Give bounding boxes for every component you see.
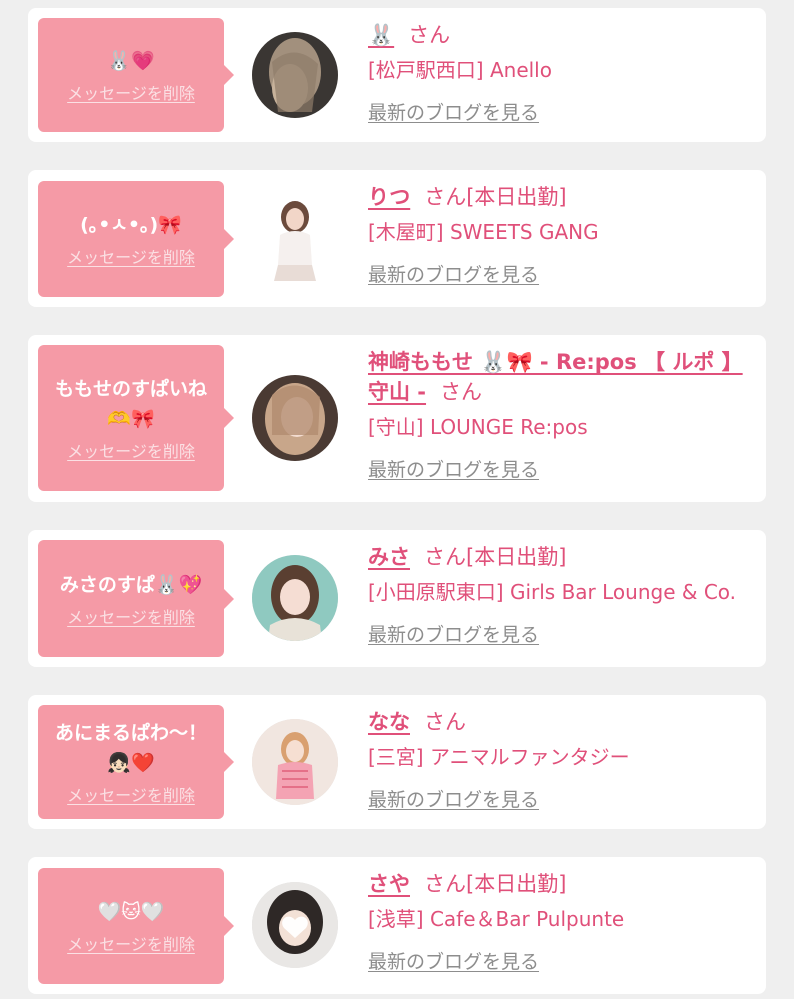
honorific: さん [424,185,467,209]
latest-blog-link[interactable]: 最新のブログを見る [368,620,539,647]
honorific: さん [424,872,466,896]
avatar[interactable] [252,719,338,805]
latest-blog-link[interactable]: 最新のブログを見る [368,785,539,812]
on-duty-badge: [本日出勤] [466,545,567,569]
avatar-photo [252,375,338,461]
latest-blog-link[interactable]: 最新のブログを見る [368,455,539,482]
message-bubble: 🤍🐱🤍 メッセージを削除 [38,868,234,984]
shop-name: [小田原駅東口] Girls Bar Lounge & Co. [368,580,737,604]
shop-name: [三宮] アニマルファンタジー [368,745,630,769]
message-card: あにまるぱわ〜！ 👧🏻❤️ メッセージを削除 なな さん [三宮] アニマルファン… [28,695,766,829]
shop-name: [浅草] Cafe＆Bar Pulpunte [368,907,625,931]
delete-message-link[interactable]: メッセージを削除 [67,244,195,268]
message-card: みさのすぱ🐰💖 メッセージを削除 みさ さん[本日出勤] [小田原駅東口] Gir… [28,530,766,667]
cast-info: 🐰 さん [松戸駅西口] Anello 最新のブログを見る [368,20,756,125]
message-bubble: みさのすぱ🐰💖 メッセージを削除 [38,540,234,657]
message-bubble: あにまるぱわ〜！ 👧🏻❤️ メッセージを削除 [38,705,234,819]
name-line: 🐰 さん [368,20,756,50]
avatar-photo [252,555,338,641]
cast-name-link[interactable]: さや [368,872,410,896]
message-text: (｡•ㅅ•｡)🎀 [80,214,182,236]
avatar[interactable] [252,32,338,118]
avatar[interactable] [252,882,338,968]
cast-info: なな さん [三宮] アニマルファンタジー 最新のブログを見る [368,707,756,812]
honorific: さん [440,380,483,404]
message-card: (｡•ㅅ•｡)🎀 メッセージを削除 りつ さん[本日出勤] [木屋町] SWEET… [28,170,766,307]
message-text: ももせのすぱいね 🫶🎀 [54,378,207,430]
message-card: 🤍🐱🤍 メッセージを削除 さや さん[本日出勤] [浅草] Cafe＆Bar Pu… [28,857,766,994]
message-bubble: ももせのすぱいね 🫶🎀 メッセージを削除 [38,345,234,491]
message-bubble: (｡•ㅅ•｡)🎀 メッセージを削除 [38,181,234,297]
delete-message-link[interactable]: メッセージを削除 [67,438,195,462]
avatar[interactable] [252,555,338,641]
cast-info: りつ さん[本日出勤] [木屋町] SWEETS GANG 最新のブログを見る [368,182,756,287]
shop-name: [木屋町] SWEETS GANG [368,220,599,244]
shop-name: [松戸駅西口] Anello [368,58,552,82]
name-line: 神崎ももせ 🐰🎀 - Re:pos 【 ルポ 】 守山 - さん [368,347,756,407]
cast-name-link[interactable]: なな [368,710,410,734]
name-line: りつ さん[本日出勤] [368,182,756,212]
message-text: 🐰💗 [107,50,155,72]
message-card: ももせのすぱいね 🫶🎀 メッセージを削除 神崎ももせ 🐰🎀 - Re:pos 【… [28,335,766,502]
cast-info: みさ さん[本日出勤] [小田原駅東口] Girls Bar Lounge & C… [368,542,756,647]
delete-message-link[interactable]: メッセージを削除 [67,931,195,955]
cast-name-link[interactable]: 🐰 [368,23,394,47]
cast-info: 神崎ももせ 🐰🎀 - Re:pos 【 ルポ 】 守山 - さん [守山] LOU… [368,347,756,482]
name-line: なな さん [368,707,756,737]
message-card: 🐰💗 メッセージを削除 🐰 さん [松戸駅西口] Anello 最新のブログを見る [28,8,766,142]
cast-name-link[interactable]: みさ [368,545,410,569]
message-bubble: 🐰💗 メッセージを削除 [38,18,234,132]
delete-message-link[interactable]: メッセージを削除 [67,782,195,806]
delete-message-link[interactable]: メッセージを削除 [67,80,195,104]
message-text: 🤍🐱🤍 [97,901,165,923]
cast-name-link[interactable]: りつ [368,185,410,209]
avatar[interactable] [252,195,338,281]
on-duty-badge: [本日出勤] [466,185,567,209]
name-line: さや さん[本日出勤] [368,869,756,899]
avatar[interactable] [252,375,338,461]
latest-blog-link[interactable]: 最新のブログを見る [368,947,539,974]
avatar-photo [252,882,338,968]
avatar-photo [252,719,338,805]
on-duty-badge: [本日出勤] [466,872,567,896]
message-text: あにまるぱわ〜！ 👧🏻❤️ [54,722,207,774]
honorific: さん [408,23,451,47]
message-text: みさのすぱ🐰💖 [59,573,203,596]
honorific: さん [424,710,466,734]
cast-info: さや さん[本日出勤] [浅草] Cafe＆Bar Pulpunte 最新のブログ… [368,869,756,974]
latest-blog-link[interactable]: 最新のブログを見る [368,260,539,287]
avatar-photo [252,195,338,281]
name-line: みさ さん[本日出勤] [368,542,756,572]
cast-name-link[interactable]: 神崎ももせ 🐰🎀 - Re:pos 【 ルポ 】 守山 - [368,350,743,404]
delete-message-link[interactable]: メッセージを削除 [67,604,195,628]
avatar-photo [252,32,338,118]
latest-blog-link[interactable]: 最新のブログを見る [368,98,539,125]
shop-name: [守山] LOUNGE Re:pos [368,415,588,439]
honorific: さん [424,545,466,569]
